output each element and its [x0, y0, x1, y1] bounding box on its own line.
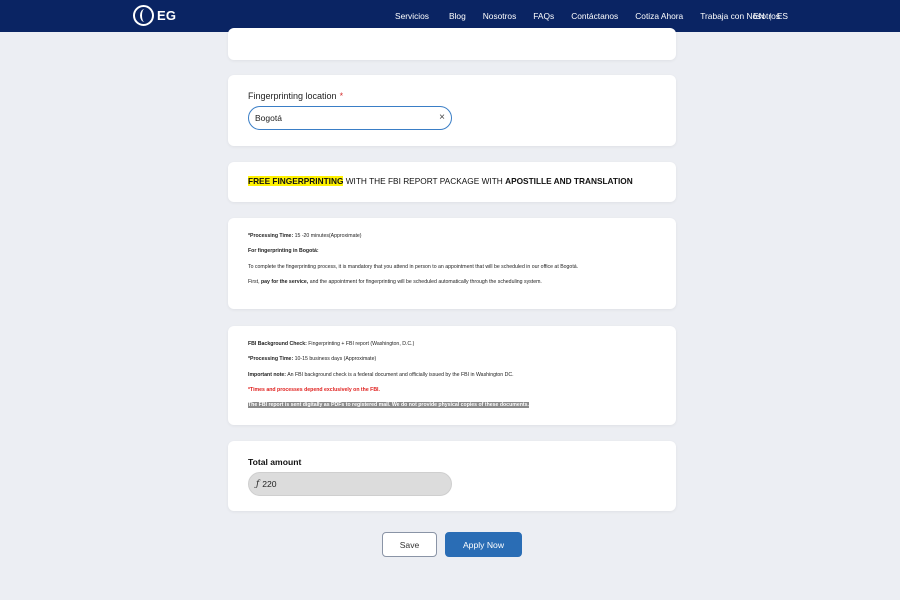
total-card: Total amount ƒ 220: [228, 441, 676, 511]
promo-card: FREE FINGERPRINTING WITH THE FBI REPORT …: [228, 162, 676, 202]
nav-link-cotiza-ahora[interactable]: Cotiza Ahora: [635, 11, 683, 21]
bogota-instructions: To complete the fingerprinting process, …: [248, 264, 579, 270]
digital-delivery-note: The FBI report is sent digitally as PDFs…: [248, 402, 529, 408]
payment-instructions: First, pay for the service, and the appo…: [248, 279, 542, 285]
location-label: Fingerprinting location *: [248, 91, 343, 101]
lang-separator: |: [769, 11, 772, 21]
promo-middle: WITH THE FBI REPORT PACKAGE WITH: [343, 176, 506, 186]
currency-icon: ƒ: [256, 479, 260, 489]
fbi-check-label: FBI Background Check:: [248, 341, 307, 347]
payment-post: and the appointment for fingerprinting w…: [308, 279, 542, 285]
lang-en[interactable]: EN: [753, 11, 765, 21]
processing-time-value: 15 -20 minutes(Approximate): [293, 233, 362, 239]
logo-icon: [133, 5, 154, 26]
location-card: Fingerprinting location * Bogotá ×: [228, 75, 676, 146]
fbi-card: FBI Background Check: Fingerprinting + F…: [228, 326, 676, 425]
promo-highlight: FREE FINGERPRINTING: [248, 176, 344, 186]
location-value: Bogotá: [255, 113, 282, 123]
nav-link-contactanos[interactable]: Contáctanos: [571, 11, 618, 21]
important-note-label: Important note:: [248, 372, 287, 378]
fbi-processing-label: *Processing Time:: [248, 356, 294, 362]
promo-text: FREE FINGERPRINTING WITH THE FBI REPORT …: [248, 176, 633, 186]
total-label: Total amount: [248, 457, 302, 467]
total-amount-value: 220: [262, 479, 277, 489]
fbi-processing-value: 10-15 business days (Approximate): [293, 356, 377, 362]
logo-text: EG: [157, 8, 177, 23]
processing-card: *Processing Time: 15 -20 minutes(Approxi…: [228, 218, 676, 309]
required-mark: *: [339, 91, 344, 101]
language-switcher: EN | ES: [753, 0, 788, 32]
nav-link-servicios[interactable]: Servicios: [395, 11, 429, 21]
lang-es[interactable]: ES: [777, 11, 788, 21]
logo[interactable]: EG: [133, 5, 176, 26]
location-label-text: Fingerprinting location: [248, 91, 337, 101]
payment-bold: pay for the service,: [260, 279, 309, 285]
save-button[interactable]: Save: [382, 532, 437, 557]
processing-time-line: *Processing Time: 15 -20 minutes(Approxi…: [248, 233, 362, 239]
apply-now-button[interactable]: Apply Now: [445, 532, 522, 557]
total-amount-field: ƒ 220: [248, 472, 452, 496]
fbi-check-line: FBI Background Check: Fingerprinting + F…: [248, 341, 414, 347]
processing-time-label: *Processing Time:: [248, 233, 294, 239]
nav-link-faqs[interactable]: FAQs: [533, 11, 554, 21]
promo-bold-end: APOSTILLE AND TRANSLATION: [505, 176, 633, 186]
fbi-processing-line: *Processing Time: 10-15 business days (A…: [248, 356, 376, 362]
location-select[interactable]: Bogotá ×: [248, 106, 452, 130]
nav-link-nosotros[interactable]: Nosotros: [483, 11, 517, 21]
important-note-line: Important note: An FBI background check …: [248, 372, 514, 378]
important-note-value: An FBI background check is a federal doc…: [286, 372, 514, 378]
close-icon[interactable]: ×: [439, 112, 445, 123]
payment-pre: First,: [248, 279, 261, 285]
digital-delivery-text: The FBI report is sent digitally as PDFs…: [248, 402, 529, 408]
nav-link-blog[interactable]: Blog: [449, 11, 466, 21]
times-warning: *Times and processes depend exclusively …: [248, 387, 380, 393]
bogota-heading: For fingerprinting in Bogotá:: [248, 248, 319, 254]
fbi-check-value: Fingerprinting + FBI report (Washington,…: [306, 341, 415, 347]
previous-card: [228, 28, 676, 60]
